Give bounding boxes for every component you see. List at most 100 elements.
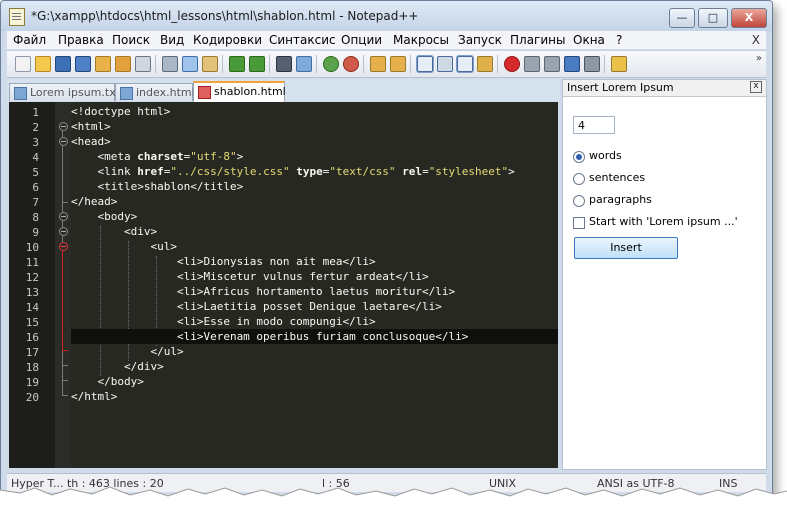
code-line[interactable]: </html> (71, 389, 117, 404)
menu-close-document-button[interactable]: X (752, 33, 760, 47)
words-radio[interactable] (573, 151, 585, 163)
line-number: 16 (25, 331, 39, 344)
redo-icon[interactable] (249, 56, 265, 72)
record-macro-icon[interactable] (504, 56, 520, 72)
start-with-lorem-checkbox[interactable] (573, 217, 585, 229)
code-line[interactable]: </div> (71, 359, 164, 374)
sentences-radio-label[interactable]: sentences (589, 171, 645, 184)
copy-icon[interactable] (182, 56, 198, 72)
toolbar-overflow-chevron-icon[interactable]: » (756, 53, 762, 64)
document-map-icon[interactable] (477, 56, 493, 72)
tab-lorem-ipsum-txt[interactable]: Lorem ipsum.txt (9, 83, 120, 101)
code-line[interactable]: <meta charset="utf-8"> (71, 149, 243, 164)
close-window-button[interactable]: X (731, 8, 767, 28)
sync-horizontal-icon[interactable] (390, 56, 406, 72)
save-macro-icon[interactable] (584, 56, 600, 72)
line-number: 4 (32, 151, 39, 164)
attribute-value: "text/css" (329, 165, 396, 178)
menu-edit[interactable]: Правка (58, 33, 104, 47)
menu-view[interactable]: Вид (160, 33, 184, 47)
paragraphs-radio[interactable] (573, 195, 585, 207)
code-line[interactable]: <li>Miscetur vulnus fertur ardeat</li> (71, 269, 429, 284)
new-file-icon[interactable] (15, 56, 31, 72)
insert-button[interactable]: Insert (574, 237, 678, 259)
code-token: <ul> (71, 240, 177, 253)
code-line[interactable]: <li>Dionysias non ait mea</li> (71, 254, 376, 269)
code-line[interactable]: <body> (71, 209, 137, 224)
word-wrap-icon[interactable] (416, 55, 434, 73)
save-icon[interactable] (55, 56, 71, 72)
menu-plugins[interactable]: Плагины (510, 33, 565, 47)
code-line[interactable]: <li>Africus hortamento laetus moritur</l… (71, 284, 455, 299)
paragraphs-radio-label[interactable]: paragraphs (589, 193, 652, 206)
code-token: <li>Miscetur vulnus fertur ardeat</li> (71, 270, 429, 283)
replace-icon[interactable] (296, 56, 312, 72)
menu-windows[interactable]: Окна (573, 33, 605, 47)
plugin-icon[interactable] (611, 56, 627, 72)
indent-guide-icon[interactable] (456, 55, 474, 73)
code-line[interactable]: <title>shablon</title> (71, 179, 243, 194)
close-icon[interactable] (95, 56, 111, 72)
words-radio-label[interactable]: words (589, 149, 622, 162)
menu-help[interactable]: ? (616, 33, 622, 47)
minimize-button[interactable]: — (669, 8, 695, 28)
code-line[interactable]: <div> (71, 224, 157, 239)
code-line[interactable]: <li>Laetitia posset Denique laetare</li> (71, 299, 442, 314)
panel-close-button[interactable]: x (750, 81, 762, 93)
fold-collapse-body-icon[interactable] (59, 212, 68, 221)
maximize-button[interactable]: □ (698, 8, 728, 28)
code-line[interactable]: <link href="../css/style.css" type="text… (71, 164, 514, 179)
title-bar[interactable]: *G:\xampp\htdocs\html_lessons\html\shabl… (1, 1, 772, 31)
menu-run[interactable]: Запуск (458, 33, 502, 47)
menu-encoding[interactable]: Кодировки (193, 33, 262, 47)
tab-shablon-html[interactable]: shablon.html (193, 81, 286, 102)
code-line[interactable]: <!doctype html> (71, 104, 170, 119)
fold-collapse-head-icon[interactable] (59, 137, 68, 146)
attribute-name: href (137, 165, 164, 178)
code-line[interactable]: <head> (71, 134, 111, 149)
code-line[interactable]: </body> (71, 374, 144, 389)
sync-vertical-icon[interactable] (370, 56, 386, 72)
start-with-lorem-label[interactable]: Start with 'Lorem ipsum ...' (589, 215, 738, 228)
code-line[interactable]: </ul> (71, 344, 183, 359)
code-editor[interactable]: 1 2 3 4 5 6 7 8 9 10 11 12 13 14 15 16 1… (9, 102, 558, 468)
fold-collapse-ul-icon[interactable] (59, 242, 68, 251)
open-file-icon[interactable] (35, 56, 51, 72)
close-all-icon[interactable] (115, 56, 131, 72)
save-all-icon[interactable] (75, 56, 91, 72)
code-line[interactable]: <html> (71, 119, 111, 134)
toolbar-separator (497, 55, 498, 73)
print-icon[interactable] (135, 56, 151, 72)
menu-macros[interactable]: Макросы (393, 33, 449, 47)
code-token: </body> (71, 375, 144, 388)
sentences-radio[interactable] (573, 173, 585, 185)
count-input[interactable]: 4 (573, 116, 615, 134)
zoom-out-icon[interactable] (343, 56, 359, 72)
line-number: 1 (32, 106, 39, 119)
run-macro-multiple-icon[interactable] (564, 56, 580, 72)
find-icon[interactable] (276, 56, 292, 72)
tab-index-html[interactable]: index.html (115, 83, 195, 101)
line-number: 8 (32, 211, 39, 224)
menu-options[interactable]: Опции (341, 33, 382, 47)
toolbar-separator (222, 55, 223, 73)
code-line[interactable]: <li>Verenam operibus furiam conclusoque<… (71, 329, 558, 344)
line-number: 7 (32, 196, 39, 209)
menu-search[interactable]: Поиск (112, 33, 150, 47)
undo-icon[interactable] (229, 56, 245, 72)
notepad-app-icon[interactable] (9, 8, 25, 26)
menu-syntax[interactable]: Синтаксис (269, 33, 336, 47)
code-line[interactable]: <ul> (71, 239, 177, 254)
menu-file[interactable]: Файл (13, 33, 46, 47)
all-characters-icon[interactable] (437, 56, 453, 72)
fold-collapse-div-icon[interactable] (59, 227, 68, 236)
zoom-in-icon[interactable] (323, 56, 339, 72)
stop-macro-icon[interactable] (524, 56, 540, 72)
code-line[interactable]: </head> (71, 194, 117, 209)
play-macro-icon[interactable] (544, 56, 560, 72)
paste-icon[interactable] (202, 56, 218, 72)
code-line[interactable]: <li>Esse in modo compungi</li> (71, 314, 376, 329)
fold-collapse-html-icon[interactable] (59, 122, 68, 131)
unsaved-document-icon (198, 86, 211, 99)
cut-icon[interactable] (162, 56, 178, 72)
